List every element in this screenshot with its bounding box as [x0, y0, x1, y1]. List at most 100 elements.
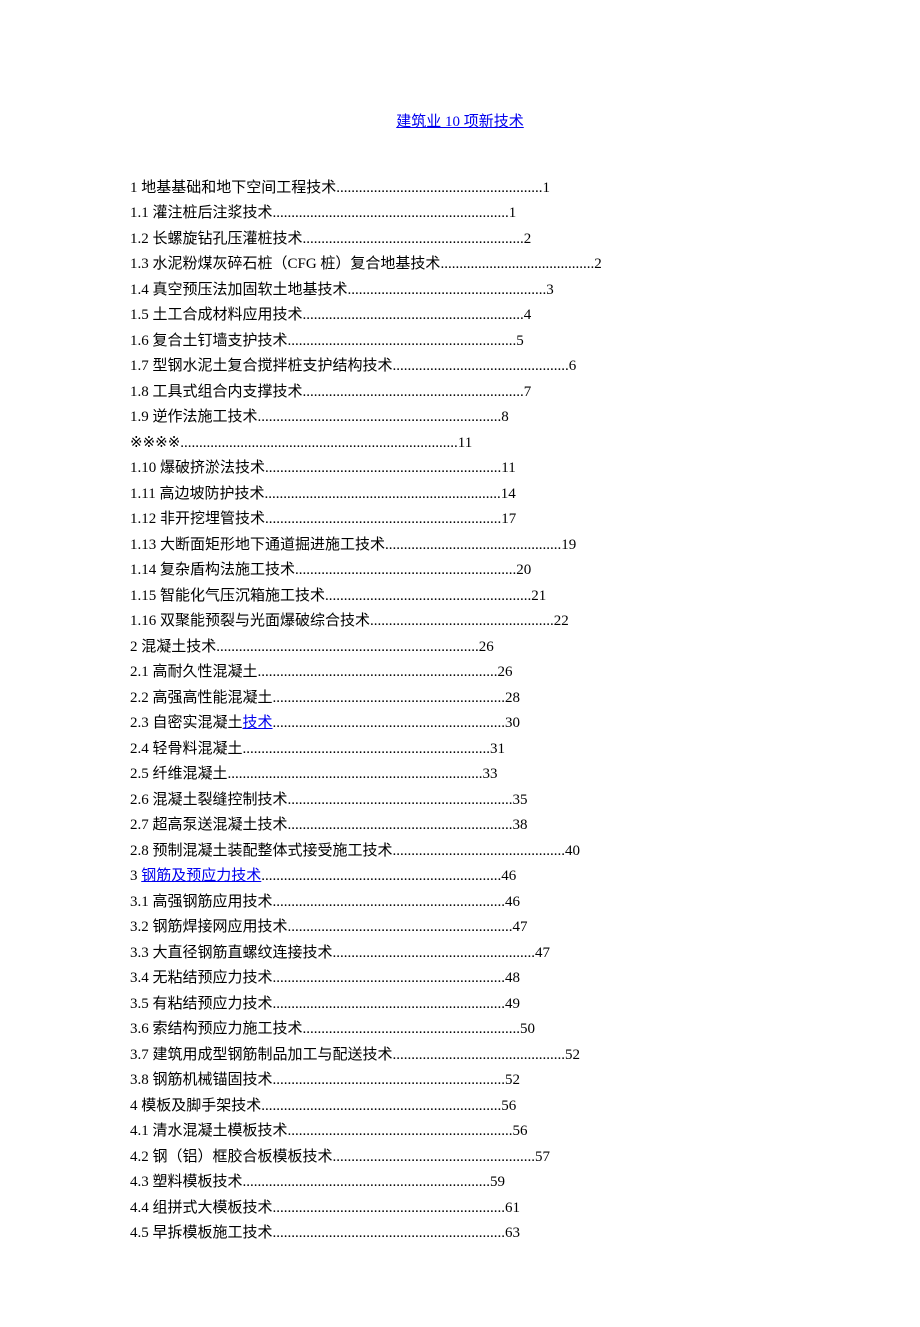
toc-label: 2.8 预制混凝土装配整体式接受施工技术 — [130, 843, 393, 859]
toc-page-number: 35 — [513, 792, 528, 808]
toc-label: 1.4 真空预压法加固软土地基技术 — [130, 282, 348, 298]
toc-page-number: 11 — [458, 435, 472, 451]
toc-leader-dots: ........................................… — [273, 715, 506, 731]
toc-leader-dots: ........................................… — [216, 639, 479, 655]
toc-label: ※※※※ — [130, 435, 180, 451]
toc-leader-dots: ........................................… — [303, 231, 524, 247]
toc-page-number: 47 — [535, 945, 550, 961]
toc-label: 2.4 轻骨料混凝土 — [130, 741, 243, 757]
toc-label: 2.1 高耐久性混凝土 — [130, 664, 258, 680]
toc-label: 1.13 大断面矩形地下通道掘进施工技术 — [130, 537, 385, 553]
toc-page-number: 8 — [501, 409, 509, 425]
toc-page-number: 3 — [546, 282, 554, 298]
toc-leader-dots: ........................................… — [261, 868, 501, 884]
toc-label-prefix: 3 — [130, 868, 141, 884]
toc-label: 4.1 清水混凝土模板技术 — [130, 1123, 288, 1139]
toc-entry: 1.2 长螺旋钻孔压灌桩技术..........................… — [130, 227, 790, 253]
toc-entry: 1.1 灌注桩后注浆技术............................… — [130, 201, 790, 227]
toc-label: 4.4 组拼式大模板技术 — [130, 1200, 273, 1216]
toc-page-number: 33 — [483, 766, 498, 782]
toc-label: 1.9 逆作法施工技术 — [130, 409, 258, 425]
toc-entry: 3.2 钢筋焊接网应用技术...........................… — [130, 915, 790, 941]
toc-entry: ※※※※....................................… — [130, 431, 790, 457]
toc-page-number: 46 — [501, 868, 516, 884]
toc-page-number: 14 — [501, 486, 516, 502]
toc-entry: 3.4 无粘结预应力技术............................… — [130, 966, 790, 992]
toc-label: 4 模板及脚手架技术 — [130, 1098, 261, 1114]
toc-page-number: 6 — [569, 358, 577, 374]
toc-entry: 1.16 双聚能预裂与光面爆破综合技术.....................… — [130, 609, 790, 635]
toc-entry: 2.3 自密实混凝土技术............................… — [130, 711, 790, 737]
toc-leader-dots: ........................................… — [273, 996, 506, 1012]
toc-leader-dots: ........................................… — [264, 486, 500, 502]
toc-leader-dots: ........................................… — [273, 205, 509, 221]
toc-page-number: 52 — [505, 1072, 520, 1088]
toc-label: 1.7 型钢水泥土复合搅拌桩支护结构技术 — [130, 358, 393, 374]
toc-page-number: 63 — [505, 1225, 520, 1241]
toc-label: 2 混凝土技术 — [130, 639, 216, 655]
toc-label: 1.12 非开挖埋管技术 — [130, 511, 265, 527]
toc-page-number: 52 — [565, 1047, 580, 1063]
toc-leader-dots: ........................................… — [243, 1174, 491, 1190]
toc-entry: 3 钢筋及预应力技术..............................… — [130, 864, 790, 890]
toc-leader-dots: ........................................… — [261, 1098, 501, 1114]
toc-entry: 2.8 预制混凝土装配整体式接受施工技术....................… — [130, 839, 790, 865]
toc-entry: 2.2 高强高性能混凝土............................… — [130, 686, 790, 712]
toc-page-number: 47 — [513, 919, 528, 935]
toc-leader-dots: ........................................… — [303, 384, 524, 400]
toc-page-number: 30 — [505, 715, 520, 731]
toc-page-number: 31 — [490, 741, 505, 757]
toc-label: 1.10 爆破挤淤法技术 — [130, 460, 265, 476]
toc-leader-dots: ........................................… — [273, 1200, 506, 1216]
toc-page-number: 59 — [490, 1174, 505, 1190]
toc-entry: 1.6 复合土钉墙支护技术...........................… — [130, 329, 790, 355]
toc-page-number: 28 — [505, 690, 520, 706]
toc-entry: 4.1 清水混凝土模板技术...........................… — [130, 1119, 790, 1145]
toc-entry: 4.4 组拼式大模板技术............................… — [130, 1196, 790, 1222]
toc-page-number: 1 — [509, 205, 517, 221]
toc-leader-dots: ........................................… — [303, 1021, 521, 1037]
toc-entry: 1.15 智能化气压沉箱施工技术........................… — [130, 584, 790, 610]
toc-page-number: 11 — [501, 460, 515, 476]
toc-entry: 1.10 爆破挤淤法技术............................… — [130, 456, 790, 482]
toc-leader-dots: ........................................… — [325, 588, 531, 604]
toc-entry: 4.5 早拆模板施工技术............................… — [130, 1221, 790, 1247]
toc-label: 3.8 钢筋机械锚固技术 — [130, 1072, 273, 1088]
toc-label: 2.3 自密实混凝土 — [130, 715, 243, 731]
document-title: 建筑业 10 项新技术 — [130, 110, 790, 136]
toc-label: 2.2 高强高性能混凝土 — [130, 690, 273, 706]
toc-label: 4.2 钢（铝）框胶合板模板技术 — [130, 1149, 333, 1165]
toc-label: 1.15 智能化气压沉箱施工技术 — [130, 588, 325, 604]
toc-entry: 1.5 土工合成材料应用技术..........................… — [130, 303, 790, 329]
toc-page-number: 7 — [524, 384, 532, 400]
toc-entry: 2.5 纤维混凝土...............................… — [130, 762, 790, 788]
table-of-contents: 1 地基基础和地下空间工程技术.........................… — [130, 176, 790, 1247]
toc-label: 2.5 纤维混凝土 — [130, 766, 228, 782]
toc-page-number: 26 — [479, 639, 494, 655]
toc-leader-dots: ........................................… — [265, 511, 501, 527]
toc-entry: 4 模板及脚手架技术..............................… — [130, 1094, 790, 1120]
toc-label-link[interactable]: 技术 — [243, 715, 273, 731]
toc-entry: 4.3 塑料模板技术..............................… — [130, 1170, 790, 1196]
toc-label: 4.5 早拆模板施工技术 — [130, 1225, 273, 1241]
toc-leader-dots: ........................................… — [288, 1123, 513, 1139]
toc-label: 1.16 双聚能预裂与光面爆破综合技术 — [130, 613, 370, 629]
toc-label: 3.3 大直径钢筋直螺纹连接技术 — [130, 945, 333, 961]
toc-entry: 2.6 混凝土裂缝控制技术...........................… — [130, 788, 790, 814]
toc-leader-dots: ........................................… — [336, 180, 542, 196]
toc-entry: 2 混凝土技术.................................… — [130, 635, 790, 661]
toc-leader-dots: ........................................… — [180, 435, 458, 451]
toc-page-number: 49 — [505, 996, 520, 1012]
toc-label: 1.8 工具式组合内支撑技术 — [130, 384, 303, 400]
toc-label-link[interactable]: 钢筋及预应力技术 — [141, 868, 261, 884]
toc-entry: 1 地基基础和地下空间工程技术.........................… — [130, 176, 790, 202]
toc-label: 1.3 水泥粉煤灰碎石桩（CFG 桩）复合地基技术 — [130, 256, 440, 272]
toc-entry: 1.11 高边坡防护技术............................… — [130, 482, 790, 508]
toc-page-number: 50 — [520, 1021, 535, 1037]
toc-page-number: 2 — [524, 231, 532, 247]
toc-label: 1.14 复杂盾构法施工技术 — [130, 562, 295, 578]
toc-entry: 1.4 真空预压法加固软土地基技术.......................… — [130, 278, 790, 304]
toc-page-number: 17 — [501, 511, 516, 527]
toc-entry: 1.14 复杂盾构法施工技术..........................… — [130, 558, 790, 584]
toc-label: 3.6 索结构预应力施工技术 — [130, 1021, 303, 1037]
